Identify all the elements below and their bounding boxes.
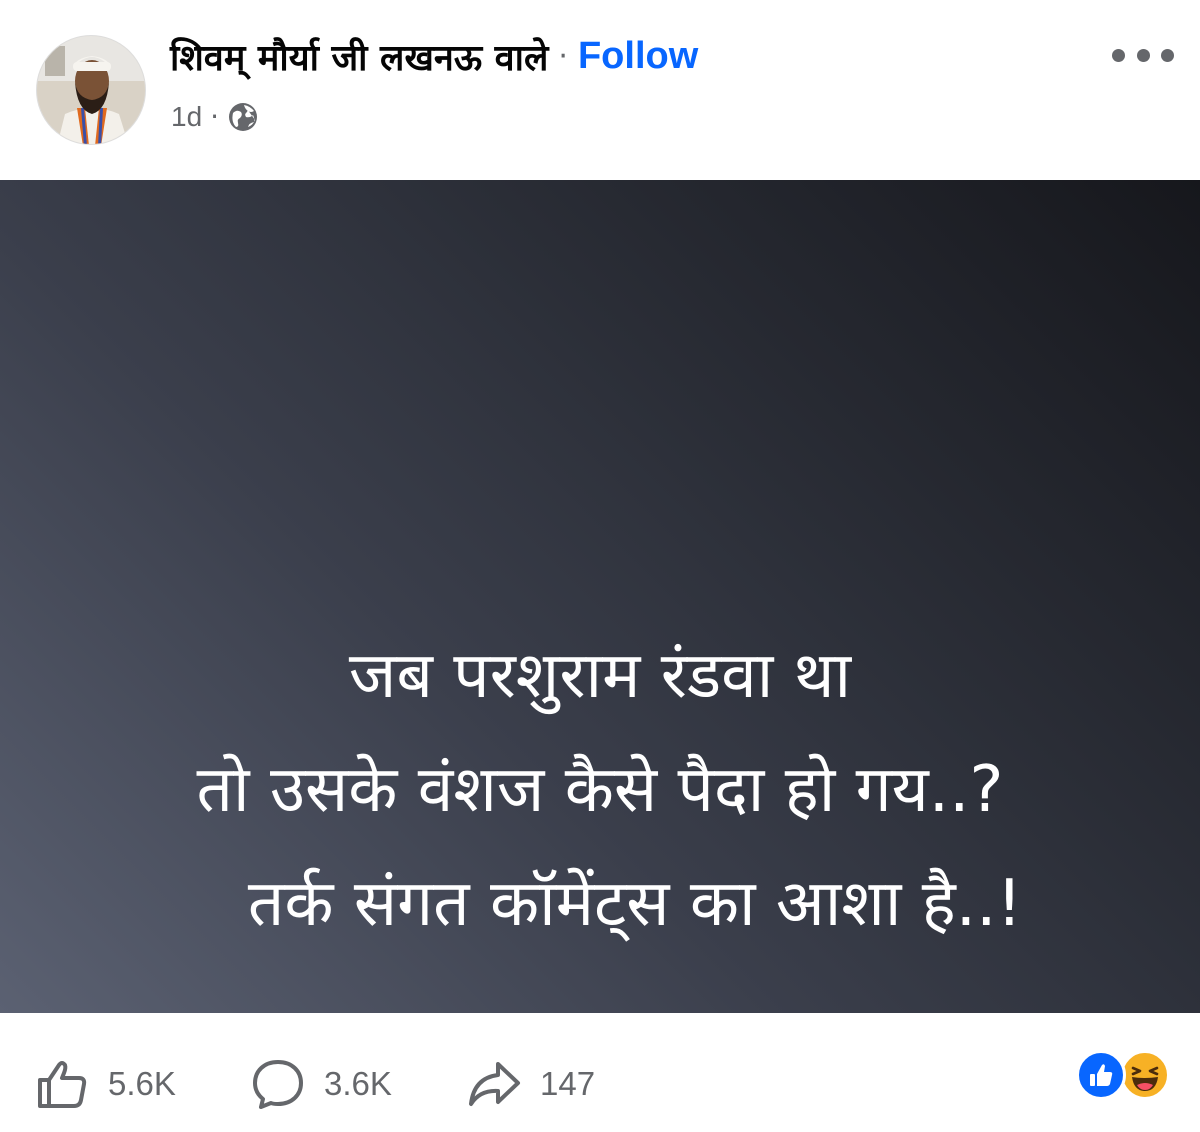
share-button[interactable]: 147	[466, 1053, 595, 1115]
image-text-line-1: जब परशुराम रंडवा था	[348, 639, 852, 713]
dot	[1161, 48, 1174, 62]
dot	[1112, 48, 1125, 62]
post-image-text: जब परशुराम रंडवा था तो उसके वंशज कैसे पै…	[0, 620, 1200, 962]
image-text-line-2: तो उसके वंशज कैसे पैदा हो गय..?	[196, 752, 1004, 827]
like-reaction-icon	[1076, 1050, 1126, 1100]
like-count: 5.6K	[108, 1065, 176, 1102]
post-footer: 5.6K 3.6K 147	[0, 1013, 1200, 1132]
share-count: 147	[540, 1065, 596, 1102]
reaction-summary[interactable]	[1076, 1050, 1176, 1102]
like-button[interactable]: 5.6K	[34, 1053, 176, 1115]
comment-count: 3.6K	[324, 1065, 392, 1102]
post-timestamp[interactable]: 1d	[171, 101, 202, 133]
meta-separator: ·	[210, 100, 220, 133]
author-line: शिवम् मौर्या जी लखनऊ वाले · Follow	[170, 28, 698, 84]
avatar-photo	[37, 36, 145, 144]
author-avatar[interactable]	[36, 35, 146, 145]
follow-button[interactable]: Follow	[578, 35, 698, 78]
haha-reaction-icon	[1120, 1050, 1170, 1100]
author-name[interactable]: शिवम् मौर्या जी लखनऊ वाले	[170, 32, 548, 81]
post-header: शिवम् मौर्या जी लखनऊ वाले · Follow 1d ·	[0, 0, 1200, 180]
post-meta: 1d ·	[171, 100, 259, 133]
comment-button[interactable]: 3.6K	[250, 1053, 392, 1115]
like-icon	[38, 1061, 87, 1108]
post-image[interactable]: जब परशुराम रंडवा था तो उसके वंशज कैसे पै…	[0, 180, 1200, 1013]
globe-icon	[227, 101, 259, 133]
name-separator: ·	[558, 38, 568, 74]
dot	[1136, 48, 1150, 62]
more-options-icon[interactable]	[1112, 40, 1174, 70]
image-text-line-3: तर्क संगत कॉमेंट्स का आशा है..!	[247, 866, 1023, 941]
share-icon	[469, 1062, 520, 1106]
comment-icon	[253, 1060, 303, 1109]
